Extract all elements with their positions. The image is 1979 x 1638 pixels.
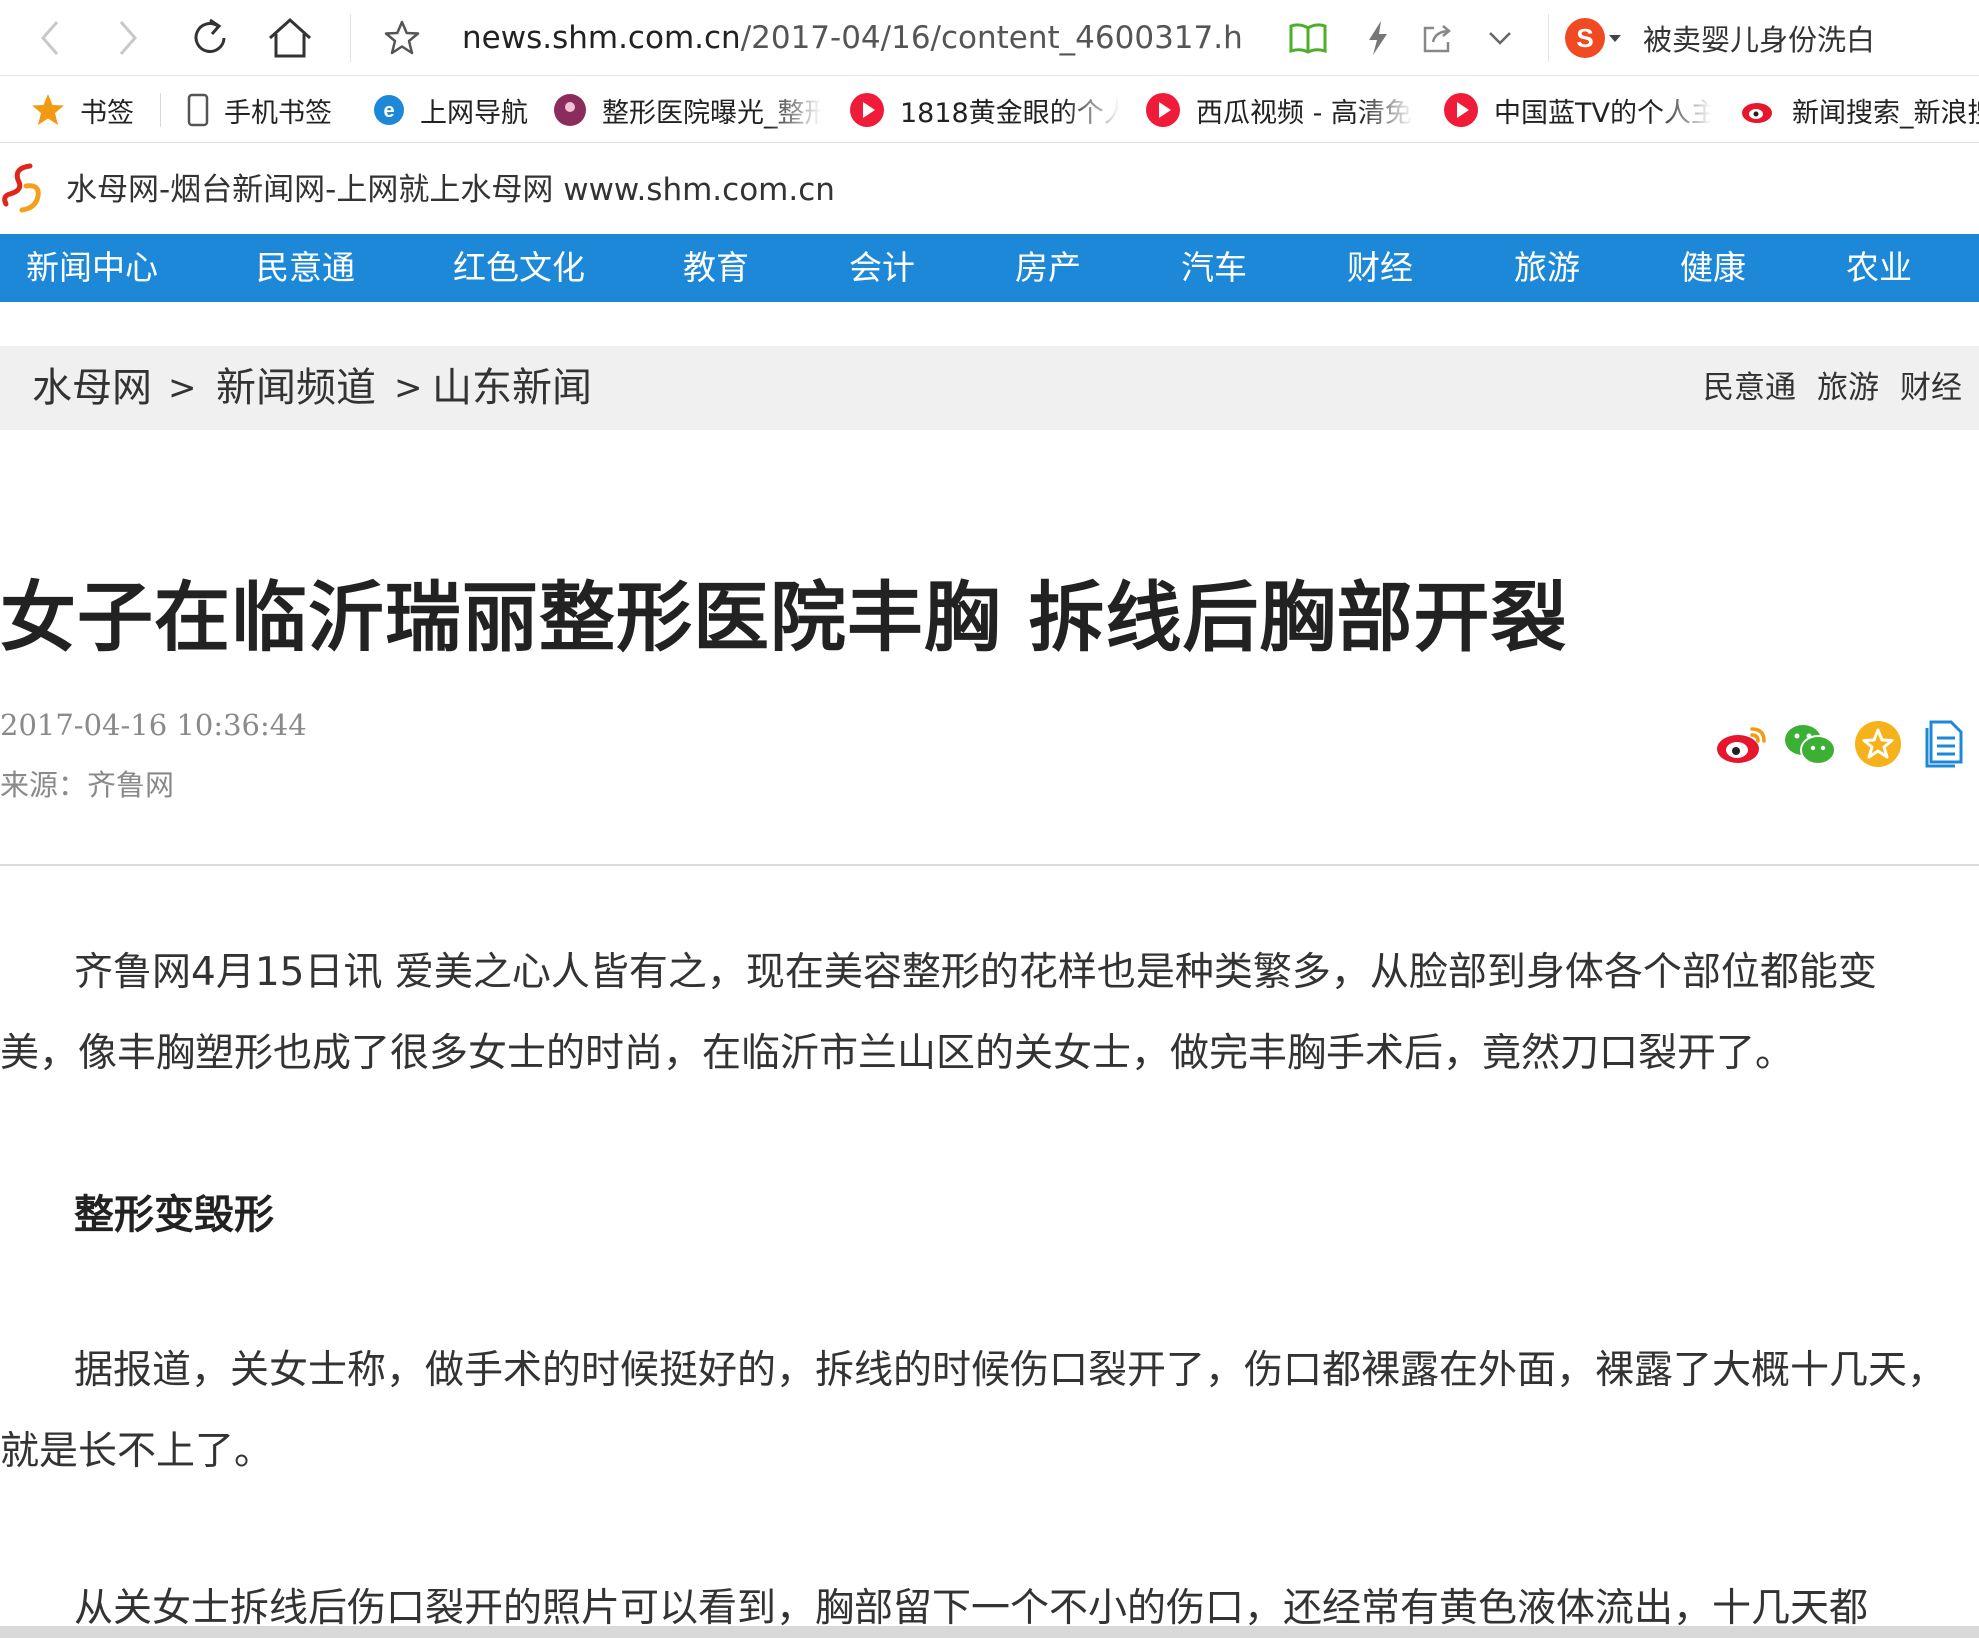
article-paragraph: 据报道，关女士称，做手术的时候挺好的，拆线的时候伤口裂开了，伤口都裸露在外面，裸… (0, 1348, 1947, 1474)
search-input[interactable]: 被卖婴儿身份洗白 (1643, 17, 1875, 59)
breadcrumb-home[interactable]: 水母网 (32, 346, 152, 430)
svg-text:e: e (383, 100, 394, 122)
reader-mode-button[interactable] (1280, 10, 1336, 66)
breadcrumb: 水母网 > 新闻频道 > 山东新闻 民意通 旅游 财经 (0, 346, 1979, 430)
share-icon (1423, 25, 1451, 53)
bookmark-item[interactable]: 中国蓝TV的个人主 (1442, 77, 1712, 142)
nav-item-news-center[interactable]: 新闻中心 (26, 234, 158, 302)
search-engine-dropdown-icon[interactable] (1609, 34, 1621, 42)
article-divider (0, 864, 1979, 866)
bookmark-item[interactable]: e 上网导航 (372, 77, 528, 142)
reload-button[interactable] (182, 10, 238, 66)
nav-item-accounting[interactable]: 会计 (849, 234, 915, 302)
article-paragraph: 齐鲁网4月15日讯 爱美之心人皆有之，现在美容整形的花样也是种类繁多，从脸部到身… (0, 950, 1877, 1076)
lightning-icon (1369, 21, 1387, 55)
quick-link-travel[interactable]: 旅游 (1817, 346, 1879, 430)
bookmarks-bar: 书签 手机书签 e 上网导航 整形医院曝光_整形 1818黄金眼的个人 西瓜视频… (0, 77, 1979, 143)
bookmark-label: 上网导航 (420, 97, 528, 129)
share-favorite-button[interactable] (1850, 716, 1906, 772)
breadcrumb-news-channel[interactable]: 新闻频道 (216, 346, 376, 430)
weibo-icon (1717, 727, 1766, 763)
bookmark-item[interactable]: 手机书签 (186, 77, 332, 142)
speed-mode-button[interactable] (1350, 10, 1406, 66)
site-header: 水母网-烟台新闻网-上网就上水母网 www.shm.com.cn (0, 144, 1979, 234)
star-icon (32, 94, 64, 125)
bookmark-label: 整形医院曝光_整形 (602, 97, 822, 129)
bookmark-label: 西瓜视频 - 高清免 (1196, 97, 1412, 129)
bookmark-item[interactable]: 西瓜视频 - 高清免 (1144, 77, 1414, 142)
mobile-icon (187, 93, 209, 127)
bookmark-label: 书签 (80, 97, 134, 129)
article-paragraph: 从关女士拆线后伤口裂开的照片可以看到，胸部留下一个不小的伤口，还经常有黄色液体流… (74, 1586, 1869, 1626)
nav-item-health[interactable]: 健康 (1680, 234, 1746, 302)
video-play-icon (1444, 93, 1478, 127)
url-path: /2017-04/16/content_4600317.htm (740, 20, 1242, 56)
bookmark-label: 1818黄金眼的个人 (900, 97, 1120, 129)
ie-icon: e (374, 95, 404, 125)
quick-link-finance[interactable]: 财经 (1900, 346, 1962, 430)
video-play-icon (850, 93, 884, 127)
url-host: news.shm.com.cn (462, 20, 741, 56)
nav-item-minyitong[interactable]: 民意通 (256, 234, 355, 302)
document-icon (1925, 720, 1963, 768)
bookmark-item[interactable]: 书签 (30, 77, 134, 142)
share-weibo-button[interactable] (1714, 716, 1770, 772)
bookmark-page-button[interactable] (374, 10, 430, 66)
chevron-down-icon (1489, 32, 1511, 45)
nav-item-red-culture[interactable]: 红色文化 (453, 234, 585, 302)
article-datetime: 2017-04-16 10:36:44 (0, 708, 307, 742)
nav-item-travel[interactable]: 旅游 (1514, 234, 1580, 302)
article-subheading: 整形变毁形 (74, 1192, 274, 1238)
reload-icon (194, 18, 226, 53)
nav-item-education[interactable]: 教育 (683, 234, 749, 302)
bookmark-label: 手机书签 (224, 97, 332, 129)
weibo-icon (1742, 103, 1772, 123)
article-title: 女子在临沂瑞丽整形医院丰胸 拆线后胸部开裂 (0, 573, 1568, 662)
toolbar-divider (350, 14, 351, 62)
article-source: 来源：齐鲁网 (0, 768, 175, 802)
nav-item-finance[interactable]: 财经 (1347, 234, 1413, 302)
reader-icon (1289, 23, 1327, 54)
home-icon (268, 17, 312, 58)
forward-icon (119, 21, 137, 55)
bookmark-divider (160, 93, 161, 127)
nav-item-agriculture[interactable]: 农业 (1846, 234, 1912, 302)
bookmark-label: 新闻搜索_新浪搜 (1792, 97, 1979, 129)
back-button[interactable] (22, 10, 78, 66)
horizontal-scrollbar[interactable] (0, 1626, 1979, 1638)
favorite-star-icon (1855, 721, 1901, 767)
search-box[interactable]: S 被卖婴儿身份洗白 (1565, 12, 1979, 64)
share-doc-button[interactable] (1916, 716, 1972, 772)
breadcrumb-shandong-news[interactable]: 山东新闻 (432, 346, 592, 430)
toolbar-divider (1548, 14, 1549, 62)
bookmark-item[interactable]: 新闻搜索_新浪搜 (1740, 77, 1979, 142)
back-icon (41, 21, 59, 55)
nav-item-auto[interactable]: 汽车 (1181, 234, 1247, 302)
more-menu-button[interactable] (1472, 10, 1528, 66)
site-title: 水母网-烟台新闻网-上网就上水母网 www.shm.com.cn (66, 172, 835, 208)
home-button[interactable] (262, 10, 318, 66)
forward-button[interactable] (100, 10, 156, 66)
site-favicon-icon (554, 94, 586, 126)
star-icon (384, 20, 420, 55)
bookmark-item[interactable]: 整形医院曝光_整形 (552, 77, 822, 142)
shm-logo-icon[interactable] (0, 160, 48, 218)
breadcrumb-separator: > (168, 368, 197, 408)
bookmark-label: 中国蓝TV的个人主 (1494, 97, 1712, 129)
address-bar[interactable]: news.shm.com.cn/2017-04/16/content_46003… (462, 12, 1242, 64)
breadcrumb-separator: > (394, 368, 423, 408)
share-wechat-button[interactable] (1782, 716, 1838, 772)
sogou-logo-icon[interactable]: S (1565, 18, 1605, 58)
nav-item-real-estate[interactable]: 房产 (1015, 234, 1081, 302)
video-play-icon (1146, 93, 1180, 127)
wechat-icon (1785, 725, 1836, 765)
browser-toolbar: news.shm.com.cn/2017-04/16/content_46003… (0, 0, 1979, 76)
bookmark-item[interactable]: 1818黄金眼的个人 (848, 77, 1120, 142)
main-nav: 新闻中心 民意通 红色文化 教育 会计 房产 汽车 财经 旅游 健康 农业 (0, 234, 1979, 302)
quick-link-minyitong[interactable]: 民意通 (1703, 346, 1796, 430)
share-button[interactable] (1410, 10, 1466, 66)
